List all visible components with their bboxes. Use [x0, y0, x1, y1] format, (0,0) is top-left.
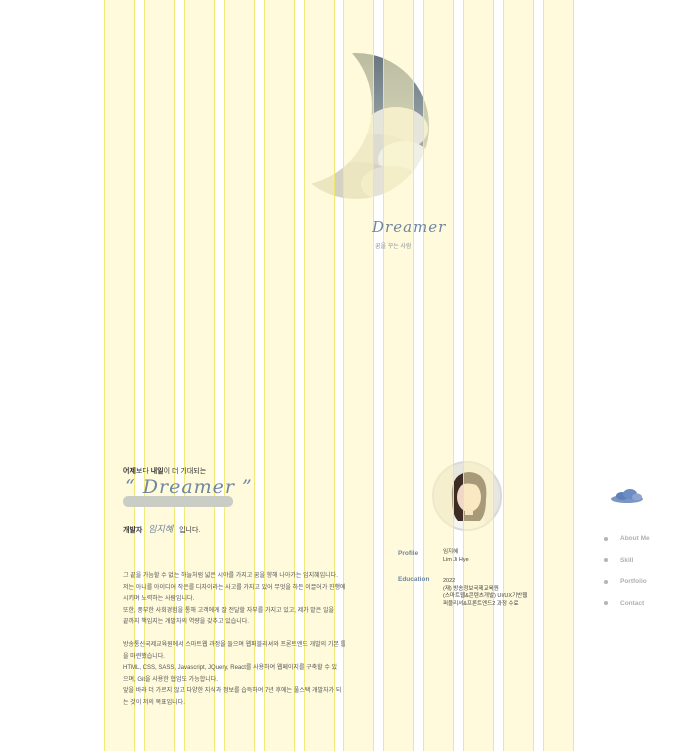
nav-label: About Me: [620, 535, 650, 543]
nav-dot-icon: [604, 579, 608, 584]
intro-paragraph-2: 방송통신국제교육원에서 스마트웹 과정을 들으며 웹퍼블리셔와 프론트엔드 개발…: [123, 640, 345, 709]
intro-paragraph-1: 그 끝을 가늠할 수 없는 하늘처럼 넓은 시야를 가지고 꿈을 향해 나아가는…: [123, 571, 345, 629]
hero-logo-text: Dreamer: [372, 218, 447, 236]
hero-subtitle: 꿈을 꾸는 사람: [375, 244, 412, 250]
profile-avatar: [432, 461, 502, 531]
developer-line: 개발자 임지혜 입니다.: [123, 522, 200, 535]
nav-label: Portfolio: [620, 578, 647, 586]
profile-name-en: Lim Ji Hye: [443, 556, 469, 563]
cloud-logo-icon[interactable]: [609, 487, 645, 505]
profile-value: 임지혜 Lim Ji Hye: [443, 549, 469, 564]
grid-column: [143, 0, 175, 751]
grid-column: [503, 0, 534, 751]
education-line: (재) 방송정보국제교육원: [443, 585, 499, 592]
dreamer-quote: “ Dreamer ”: [123, 474, 252, 512]
nav-label: Contact: [620, 599, 645, 607]
nav-item-skill[interactable]: Skill: [604, 550, 650, 572]
profile-label: Profile: [398, 550, 419, 557]
profile-name-ko: 임지혜: [443, 549, 459, 555]
paragraph-line: 또한, 풍부한 사회경험을 통해 고객에게 잘 전달할 자부를 가지고 있고, …: [123, 607, 335, 614]
moon-crescent-image: [296, 34, 430, 214]
education-value: 2022 (재) 방송정보국제교육원 (스마트웹&콘텐츠개발) UI/UX기반웹…: [443, 578, 527, 608]
paragraph-line: 시키며 노력하는 사람입니다.: [123, 596, 195, 602]
grid-column: [542, 0, 574, 751]
paragraph-line: 저는 아니를 아이디어 작은를 디자이라는 사고를 가지고 있어 무엇을 하든 …: [123, 584, 345, 591]
paragraph-line: 끝까지 책임지는 개발자의 역량을 갖추고 있습니다.: [123, 619, 249, 625]
quote-text: “ Dreamer ”: [125, 476, 253, 498]
nav-dot-icon: [604, 601, 608, 606]
paragraph-line: 앞을 바라 더 가르지 않고 다양한 지식과 정보를 습득하여 7년 후에는 풀…: [123, 688, 342, 694]
nav-item-about-me[interactable]: About Me: [604, 528, 650, 550]
education-line: 퍼블리셔&프론트엔드2 과정 수료: [443, 600, 519, 607]
paragraph-line: 을 마련했습니다.: [123, 653, 165, 660]
paragraph-line: 방송통신국제교육원에서 스마트웹 과정을 들으며 웹퍼블리셔와 프론트엔드 개발…: [123, 642, 345, 648]
grid-column: [263, 0, 295, 751]
grid-column: [463, 0, 495, 751]
paragraph-line: HTML, CSS, SASS, Javascript, JQuery, Rea…: [123, 665, 338, 671]
nav-dot-icon: [604, 536, 608, 541]
nav-item-contact[interactable]: Contact: [604, 593, 650, 615]
grid-column: [104, 0, 135, 751]
education-line: (스마트웹&콘텐츠개발) UI/UX기반웹: [443, 593, 528, 599]
nav-label: Skill: [620, 556, 634, 564]
paragraph-line: 그 끝을 가늠할 수 없는 하늘처럼 넓은 시야를 가지고 꿈을 향해 나아가는…: [123, 573, 338, 579]
side-nav: About Me Skill Portfolio Contact: [604, 528, 650, 614]
nav-dot-icon: [604, 558, 608, 563]
avatar-portrait: [434, 463, 500, 529]
paragraph-line: 으며, Git을 사용한 협업도 가능합니다.: [123, 676, 218, 683]
nav-item-portfolio[interactable]: Portfolio: [604, 571, 650, 593]
education-year: 2022: [443, 578, 456, 584]
developer-name: 임지혜: [148, 525, 174, 535]
developer-suffix: 입니다.: [179, 527, 201, 534]
developer-label: 개발자: [123, 527, 143, 534]
education-label: Education: [398, 576, 430, 583]
grid-column: [183, 0, 215, 751]
grid-column: [223, 0, 255, 751]
paragraph-line: 는 것이 저의 목표입니다.: [123, 699, 185, 706]
